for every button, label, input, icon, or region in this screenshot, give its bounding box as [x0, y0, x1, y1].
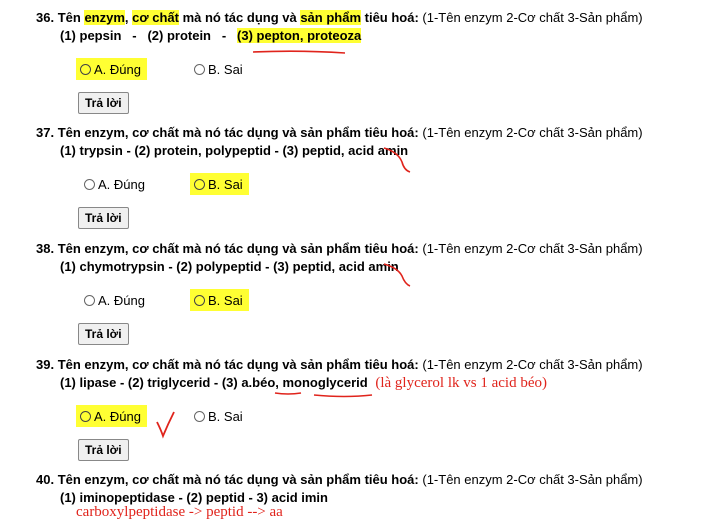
answer-line: (1) chymotrypsin - (2) polypeptid - (3) … [60, 259, 399, 274]
question-hint: (1-Tên enzym 2-Cơ chất 3-Sản phẩm) [418, 125, 643, 140]
question-number: 38. [36, 241, 55, 256]
option-a[interactable]: A. Đúng [84, 173, 145, 195]
question-stem: 40. Tên enzym, cơ chất mà nó tác dụng và… [36, 472, 643, 487]
question-37: 37. Tên enzym, cơ chất mà nó tác dụng và… [36, 125, 716, 229]
answer-line: (1) trypsin - (2) protein, polypeptid - … [60, 143, 409, 158]
radio-icon[interactable] [194, 410, 205, 422]
question-hint: (1-Tên enzym 2-Cơ chất 3-Sản phẩm) [418, 472, 643, 487]
question-38: 38. Tên enzym, cơ chất mà nó tác dụng và… [36, 241, 716, 345]
question-36: 36. Tên enzym, cơ chất mà nó tác dụng và… [36, 10, 716, 114]
question-number: 36. [36, 10, 55, 25]
radio-icon[interactable] [194, 178, 205, 190]
question-stem: 37. Tên enzym, cơ chất mà nó tác dụng và… [36, 125, 643, 140]
answer-line: (1) lipase - (2) triglycerid - (3) a.béo… [60, 375, 547, 391]
option-a[interactable]: A. Đúng [84, 289, 145, 311]
radio-icon[interactable] [194, 63, 205, 75]
submit-button[interactable]: Trả lời [78, 323, 129, 345]
question-40: 40. Tên enzym, cơ chất mà nó tác dụng và… [36, 472, 716, 524]
answer-line: (1) iminopeptidase - (2) peptid - 3) aci… [60, 490, 328, 505]
question-stem: 38. Tên enzym, cơ chất mà nó tác dụng và… [36, 241, 643, 256]
answer-line: (1) pepsin - (2) protein - (3) pepton, p… [60, 28, 362, 43]
handwritten-note: carboxylpeptidase -> peptid --> aa [76, 504, 283, 520]
option-a[interactable]: A. Đúng [76, 58, 147, 80]
question-39: 39. Tên enzym, cơ chất mà nó tác dụng và… [36, 357, 716, 461]
option-b[interactable]: B. Sai [190, 173, 249, 195]
option-b[interactable]: B. Sai [194, 58, 243, 80]
submit-button[interactable]: Trả lời [78, 92, 129, 114]
question-stem: 39. Tên enzym, cơ chất mà nó tác dụng và… [36, 357, 643, 372]
option-b[interactable]: B. Sai [190, 289, 249, 311]
radio-icon[interactable] [80, 63, 91, 75]
radio-icon[interactable] [80, 410, 91, 422]
option-a[interactable]: A. Đúng [76, 405, 147, 427]
question-number: 39. [36, 357, 55, 372]
option-b[interactable]: B. Sai [194, 405, 243, 427]
submit-button[interactable]: Trả lời [78, 439, 129, 461]
submit-button[interactable]: Trả lời [78, 207, 129, 229]
question-stem: 36. Tên enzym, cơ chất mà nó tác dụng và… [36, 10, 643, 25]
radio-icon[interactable] [84, 294, 95, 306]
handwritten-note: (là glycerol lk vs 1 acid béo) [375, 375, 547, 391]
question-hint: (1-Tên enzym 2-Cơ chất 3-Sản phẩm) [418, 10, 643, 25]
question-hint: (1-Tên enzym 2-Cơ chất 3-Sản phẩm) [418, 357, 643, 372]
question-number: 37. [36, 125, 55, 140]
radio-icon[interactable] [84, 178, 95, 190]
question-hint: (1-Tên enzym 2-Cơ chất 3-Sản phẩm) [418, 241, 643, 256]
radio-icon[interactable] [194, 294, 205, 306]
question-number: 40. [36, 472, 55, 487]
